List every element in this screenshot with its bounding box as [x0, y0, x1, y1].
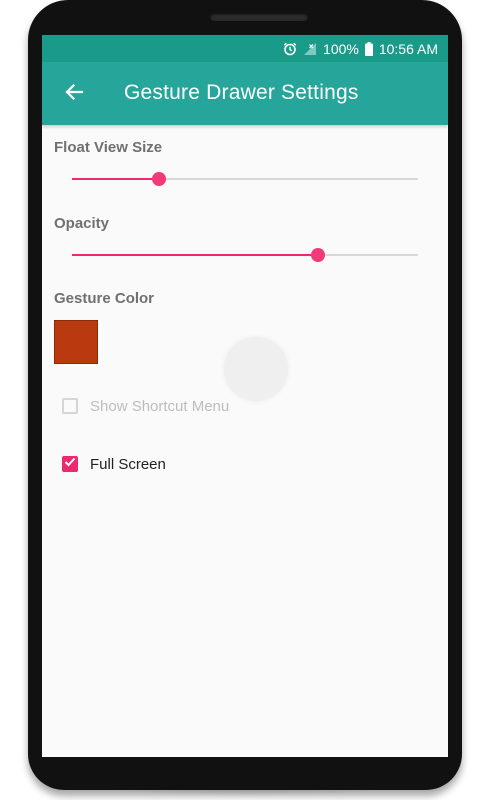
- app-screen: 100% 10:56 AM Gesture Drawer Settings Fl…: [42, 35, 448, 757]
- checkmark-icon: [64, 455, 76, 473]
- gesture-color-swatch[interactable]: [54, 320, 98, 364]
- page-title: Gesture Drawer Settings: [124, 81, 359, 104]
- touch-indicator: [224, 337, 288, 401]
- status-bar-right: 100% 10:56 AM: [283, 35, 438, 62]
- arrow-left-icon: [64, 82, 84, 107]
- status-bar: 100% 10:56 AM: [42, 35, 448, 62]
- back-button[interactable]: [58, 78, 90, 110]
- show-shortcut-menu-label: Show Shortcut Menu: [90, 397, 230, 415]
- app-bar: Gesture Drawer Settings: [42, 62, 448, 125]
- slider-fill: [72, 178, 159, 180]
- slider-thumb[interactable]: [311, 248, 325, 262]
- opacity-label: Opacity: [54, 215, 110, 232]
- earpiece-speaker: [210, 13, 308, 21]
- opacity-slider[interactable]: [72, 245, 418, 265]
- no-signal-icon: [303, 42, 317, 56]
- float-view-size-slider[interactable]: [72, 169, 418, 189]
- clock: 10:56 AM: [378, 40, 438, 57]
- full-screen-checkbox[interactable]: [62, 456, 78, 472]
- full-screen-checkbox-row[interactable]: Full Screen: [62, 452, 166, 476]
- gesture-color-label: Gesture Color: [54, 290, 155, 307]
- full-screen-label: Full Screen: [90, 455, 166, 473]
- alarm-icon: [283, 42, 297, 56]
- slider-fill: [72, 254, 318, 256]
- float-view-size-label: Float View Size: [54, 139, 163, 156]
- battery-icon: [364, 41, 373, 56]
- slider-thumb[interactable]: [152, 172, 166, 186]
- show-shortcut-menu-checkbox-row[interactable]: Show Shortcut Menu: [62, 394, 229, 418]
- show-shortcut-menu-checkbox[interactable]: [62, 398, 78, 414]
- battery-percentage: 100%: [323, 40, 359, 57]
